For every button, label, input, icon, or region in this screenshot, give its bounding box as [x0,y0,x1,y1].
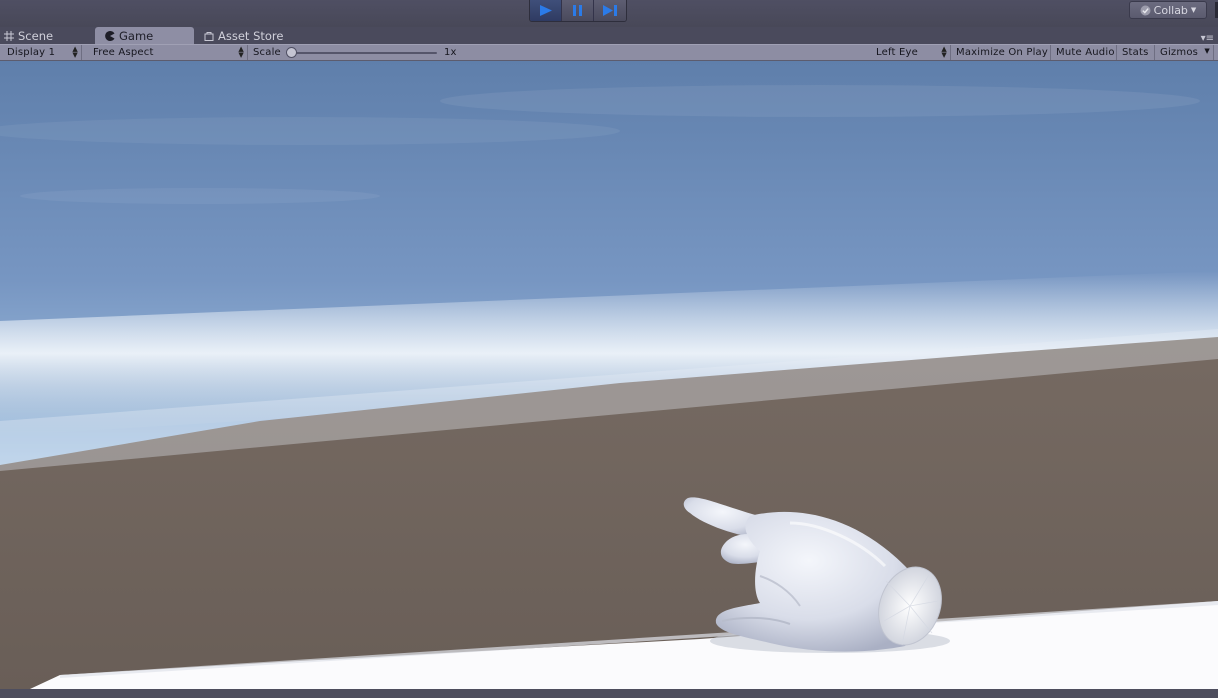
scale-slider-thumb[interactable] [286,47,297,58]
tab-scene-label: Scene [18,28,54,43]
eye-dropdown[interactable]: Left Eye ▲ ▼ [871,45,951,60]
scene-render [0,61,1218,689]
tab-asset-store-label: Asset Store [218,28,284,43]
collab-label: Collab [1153,3,1188,17]
cloud-streak [440,85,1200,117]
editor-tab-bar: Scene Game Asset Store ▾≡ [0,27,1218,44]
collab-button[interactable]: Collab ▼ [1129,1,1207,19]
chevron-down-icon: ▼ [1204,47,1210,55]
check-circle-icon [1140,5,1151,15]
stats-toggle[interactable]: Stats [1117,45,1155,60]
tab-asset-store[interactable]: Asset Store [204,27,300,44]
updown-arrows-icon: ▲ ▼ [941,45,947,59]
step-icon [603,5,617,16]
maximize-on-play-toggle[interactable]: Maximize On Play [951,45,1051,60]
tab-menu-icon[interactable]: ▾≡ [1201,33,1214,44]
play-button[interactable] [530,0,562,21]
cloud-streak [20,188,380,204]
unity-editor-window: Collab ▼ Scene Game Asset Store ▾≡ Displ… [0,0,1218,698]
pacman-icon [105,30,115,41]
play-controls [529,0,627,22]
gizmos-dropdown[interactable]: Gizmos ▼ [1155,45,1214,60]
aspect-label: Free Aspect [93,47,154,58]
mute-audio-toggle[interactable]: Mute Audio [1051,45,1117,60]
chevron-down-icon: ▼ [1190,6,1197,14]
grid-icon [4,30,14,41]
updown-arrows-icon: ▲ ▼ [72,45,78,59]
cloud-streak [0,117,620,145]
scale-value: 1x [444,47,457,58]
bottom-status-strip [0,689,1218,698]
display-label: Display 1 [7,47,56,58]
pause-icon [573,5,582,16]
game-view-viewport[interactable] [0,61,1218,689]
play-icon [539,5,552,16]
game-view-toolbar: Display 1 ▲ ▼ Free Aspect ▲ ▼ Scale 1x Lef… [0,44,1218,61]
updown-arrows-icon: ▲ ▼ [238,45,244,59]
step-button[interactable] [594,0,626,21]
eye-label: Left Eye [876,47,918,58]
display-dropdown[interactable]: Display 1 ▲ ▼ [2,45,82,60]
scale-slider-track[interactable] [289,52,437,54]
bag-icon [204,31,214,41]
aspect-dropdown[interactable]: Free Aspect ▲ ▼ [88,45,248,60]
tab-game-label: Game [119,28,154,43]
scale-label: Scale [253,47,281,58]
top-toolbar: Collab ▼ [0,0,1218,27]
tab-scene[interactable]: Scene [4,27,88,44]
tab-game[interactable]: Game [95,27,194,44]
pause-button[interactable] [562,0,594,21]
